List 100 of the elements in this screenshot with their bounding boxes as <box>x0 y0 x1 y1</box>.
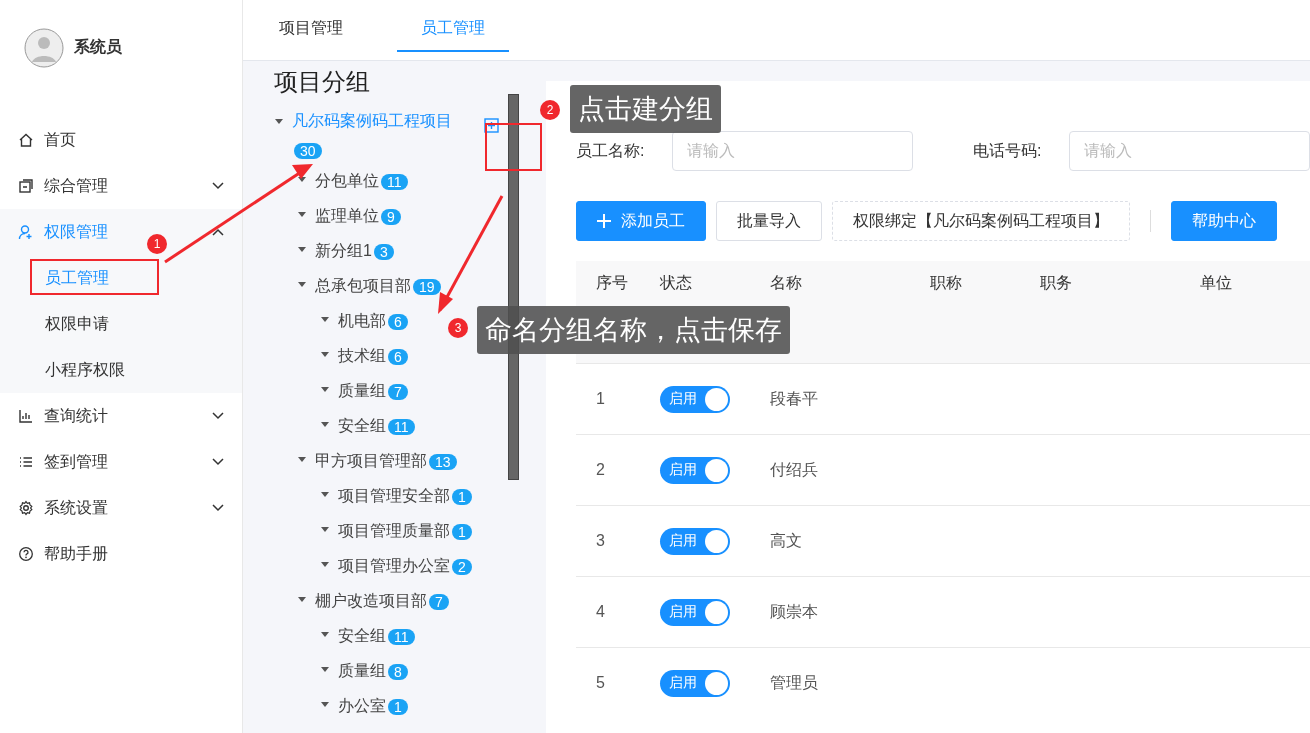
input-field[interactable]: 请输入 <box>1069 131 1310 171</box>
home-icon <box>18 132 34 148</box>
panel-title: 项目分组 <box>274 67 371 97</box>
table-cell: 段春平 <box>770 389 818 407</box>
count-badge: 11 <box>388 628 415 645</box>
chevron-down-icon <box>212 412 224 420</box>
submenu-item[interactable]: 小程序权限 <box>0 347 242 393</box>
highlight-box <box>485 123 542 171</box>
tree-node[interactable]: 办公室 <box>338 697 386 714</box>
table-cell: 5 <box>596 674 605 691</box>
count-badge: 7 <box>388 383 408 400</box>
tree-node[interactable]: 新分组1 <box>315 242 372 259</box>
count-badge: 1 <box>452 523 472 540</box>
toolbar-button[interactable]: 权限绑定【凡尔码案例码工程项目】 <box>832 201 1130 241</box>
submenu-item[interactable]: 权限申请 <box>0 301 242 347</box>
tree-node[interactable]: 总承包项目部 <box>315 277 411 294</box>
caret-icon[interactable] <box>297 212 307 218</box>
caret-icon[interactable] <box>297 282 307 288</box>
column-header: 职务 <box>1040 274 1072 291</box>
table-cell: 高文 <box>770 531 802 549</box>
table-cell: 1 <box>596 390 605 407</box>
count-badge: 6 <box>388 348 408 365</box>
tree-node[interactable]: 技术组 <box>338 347 386 364</box>
caret-icon[interactable] <box>320 422 330 428</box>
table-cell: 3 <box>596 532 605 549</box>
caret-icon[interactable] <box>274 119 284 125</box>
help-icon <box>18 546 34 562</box>
tree-node[interactable]: 质量组 <box>338 662 386 679</box>
count-badge: 11 <box>381 173 408 190</box>
caret-icon[interactable] <box>320 667 330 673</box>
tree-node[interactable]: 棚户改造项目部 <box>315 592 427 609</box>
user-name: 系统员 <box>74 37 122 57</box>
chevron-up-icon <box>212 228 224 236</box>
menu-item[interactable]: 综合管理 <box>0 163 242 209</box>
caret-icon[interactable] <box>320 317 330 323</box>
add-icon[interactable] <box>484 118 499 133</box>
chevron-down-icon <box>212 182 224 190</box>
user-icon <box>18 224 34 240</box>
tree-node[interactable]: 监理单位 <box>315 207 379 224</box>
toolbar-button[interactable]: 批量导入 <box>716 201 822 241</box>
bar-chart-icon <box>18 408 34 424</box>
caret-icon[interactable] <box>297 177 307 183</box>
caret-icon[interactable] <box>320 492 330 498</box>
column-header: 序号 <box>596 274 628 291</box>
count-badge: 8 <box>388 663 408 680</box>
tree-node[interactable]: 质量组 <box>338 382 386 399</box>
count-badge: 1 <box>388 698 408 715</box>
count-badge: 3 <box>373 243 394 260</box>
caret-icon[interactable] <box>297 247 307 253</box>
count-badge: 11 <box>388 418 415 435</box>
tree-node[interactable]: 分包单位 <box>315 172 379 189</box>
callout: 命名分组名称，点击保存 <box>477 306 790 354</box>
caret-icon[interactable] <box>297 597 307 603</box>
menu-item[interactable]: 帮助手册 <box>0 531 242 577</box>
list-icon <box>18 454 34 470</box>
input-field[interactable]: 请输入 <box>672 131 913 171</box>
tree-node[interactable]: 安全组 <box>338 627 386 644</box>
table-cell: 付绍兵 <box>770 460 818 478</box>
count-badge: 2 <box>452 558 472 575</box>
tree-node[interactable]: 机电部 <box>338 312 386 329</box>
table-cell: 管理员 <box>770 673 818 691</box>
column-header: 状态 <box>660 274 692 291</box>
avatar <box>24 27 64 68</box>
tree-node[interactable]: 甲方项目管理部 <box>315 452 427 469</box>
settings-icon <box>18 500 34 516</box>
count-badge: 9 <box>381 208 401 225</box>
chevron-down-icon <box>212 504 224 512</box>
tree-node[interactable]: 项目管理办公室 <box>338 557 450 574</box>
tree-node[interactable]: 项目管理质量部 <box>338 522 450 539</box>
caret-icon[interactable] <box>320 352 330 358</box>
menu-item[interactable]: 签到管理 <box>0 439 242 485</box>
callout: 点击建分组 <box>570 85 721 133</box>
table-cell: 2 <box>596 461 605 478</box>
plus-icon <box>597 214 611 228</box>
caret-icon[interactable] <box>320 387 330 393</box>
field-label: 电话号码: <box>973 140 1043 161</box>
menu-item[interactable]: 查询统计 <box>0 393 242 439</box>
caret-icon[interactable] <box>320 562 330 568</box>
tab[interactable]: 项目管理 <box>279 0 367 50</box>
count-badge: 6 <box>388 313 408 330</box>
tree-node[interactable]: 安全组 <box>338 417 386 434</box>
caret-icon[interactable] <box>320 527 330 533</box>
menu-item[interactable]: 首页 <box>0 117 242 163</box>
column-header: 职称 <box>930 274 962 291</box>
count-badge: 1 <box>452 488 472 505</box>
window-icon <box>18 178 34 194</box>
column-header: 名称 <box>770 274 802 291</box>
column-header: 单位 <box>1200 274 1232 291</box>
count-badge: 30 <box>294 142 322 159</box>
caret-icon[interactable] <box>297 457 307 463</box>
caret-icon[interactable] <box>320 702 330 708</box>
menu-item[interactable]: 系统设置 <box>0 485 242 531</box>
table-cell: 顾崇本 <box>770 602 818 620</box>
count-badge: 13 <box>429 453 457 470</box>
count-badge: 7 <box>429 593 449 610</box>
caret-icon[interactable] <box>320 632 330 638</box>
field-label: 员工名称: <box>576 140 646 161</box>
tree-node[interactable]: 项目管理安全部 <box>338 487 450 504</box>
table-cell: 4 <box>596 603 605 620</box>
chevron-down-icon <box>212 458 224 466</box>
